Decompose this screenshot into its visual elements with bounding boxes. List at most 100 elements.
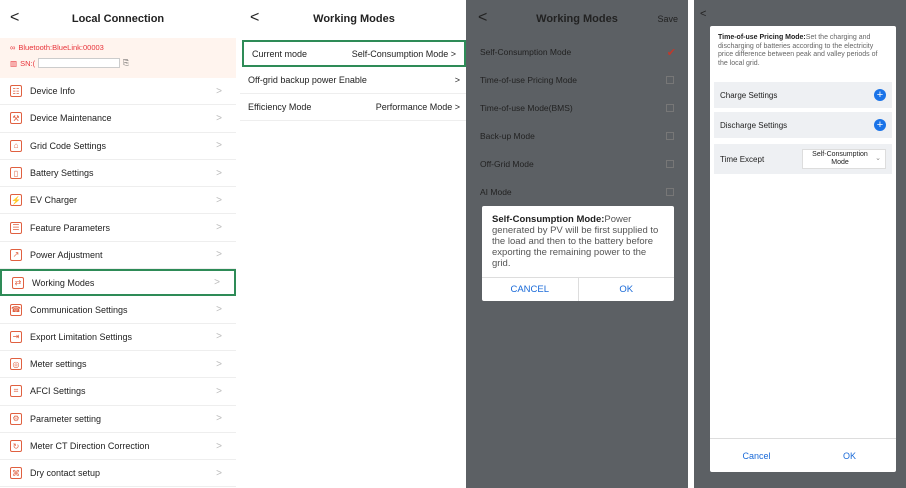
menu-icon: ⇥ xyxy=(10,330,22,343)
page-title: Working Modes xyxy=(313,13,395,25)
row-value: Performance Mode > xyxy=(375,102,460,112)
page-title: Local Connection xyxy=(71,13,165,25)
time-except-select[interactable]: Self-Consumption Mode ⌄ xyxy=(802,149,886,169)
discharge-settings-row[interactable]: Discharge Settings + xyxy=(714,112,892,138)
checkbox[interactable] xyxy=(666,104,674,112)
menu-label: Device Maintenance xyxy=(30,113,112,124)
menu-item-feature-parameters[interactable]: ☰ Feature Parameters > xyxy=(0,214,236,242)
mode-option[interactable]: Time-of-use Mode(BMS) xyxy=(466,94,688,122)
menu-item-dry-contact-setup[interactable]: ⌘ Dry contact setup > xyxy=(0,460,236,488)
checkbox[interactable] xyxy=(666,132,674,140)
menu-list: ☷ Device Info > ⚒ Device Maintenance > ⌂ Grid C… xyxy=(0,78,236,488)
chevron-right-icon: > xyxy=(216,249,222,261)
back-button[interactable]: < xyxy=(250,9,259,27)
time-of-use-sheet: Time-of-use Pricing Mode:Set the chargin… xyxy=(710,26,896,472)
back-button[interactable]: < xyxy=(478,9,487,27)
menu-item-device-info[interactable]: ☷ Device Info > xyxy=(0,78,236,106)
sn-field xyxy=(38,58,121,68)
chevron-right-icon: > xyxy=(216,112,222,124)
menu-item-meter-ct-direction-correction[interactable]: ↻ Meter CT Direction Correction > xyxy=(0,433,236,461)
sn-label: SN:( xyxy=(20,58,36,68)
menu-item-device-maintenance[interactable]: ⚒ Device Maintenance > xyxy=(0,105,236,133)
mode-option[interactable]: Time-of-use Pricing Mode xyxy=(466,66,688,94)
menu-label: Dry contact setup xyxy=(30,468,101,479)
link-icon: ∞ xyxy=(10,43,16,52)
time-of-use-screen: < Time-of-use Pricing Mode:Set the charg… xyxy=(694,0,906,488)
row-label: Efficiency Mode xyxy=(248,102,312,112)
chevron-right-icon: > xyxy=(216,385,222,397)
header: < Working Modes xyxy=(240,0,468,38)
chevron-right-icon: > xyxy=(216,467,222,479)
chevron-right-icon: > xyxy=(216,413,222,425)
checkbox[interactable] xyxy=(666,160,674,168)
menu-icon: ☷ xyxy=(10,85,22,98)
cancel-button[interactable]: CANCEL xyxy=(482,278,579,301)
back-button[interactable]: < xyxy=(700,8,706,20)
menu-label: Grid Code Settings xyxy=(30,140,107,151)
chevron-right-icon: > xyxy=(216,140,222,152)
menu-label: Feature Parameters xyxy=(30,222,111,233)
menu-item-export-limitation-settings[interactable]: ⇥ Export Limitation Settings > xyxy=(0,324,236,351)
checkmark-icon: ✔ xyxy=(666,46,676,59)
menu-item-meter-settings[interactable]: ◎ Meter settings > xyxy=(0,351,236,379)
chevron-down-icon: ⌄ xyxy=(875,155,881,162)
menu-label: Export Limitation Settings xyxy=(30,331,133,342)
mode-option[interactable]: Back-up Mode xyxy=(466,122,688,150)
sheet-title: Time-of-use Pricing Mode: xyxy=(718,34,806,41)
ok-button[interactable]: OK xyxy=(803,439,896,472)
chevron-right-icon: > xyxy=(216,304,222,316)
checkbox[interactable] xyxy=(666,188,674,196)
current-mode-row[interactable]: Current mode Self-Consumption Mode > xyxy=(242,40,466,67)
row-label: Current mode xyxy=(252,48,308,59)
menu-label: Power Adjustment xyxy=(30,249,103,260)
cancel-button[interactable]: Cancel xyxy=(710,439,803,472)
menu-label: Device Info xyxy=(30,86,76,97)
chevron-right-icon: > xyxy=(216,222,222,234)
menu-icon: ⚡ xyxy=(10,194,22,207)
menu-label: Meter CT Direction Correction xyxy=(30,441,150,451)
row-label: Off-grid backup power Enable xyxy=(248,75,367,85)
menu-icon: ↗ xyxy=(10,248,22,261)
bluetooth-label: Bluetooth:BlueLink:00003 xyxy=(18,43,104,52)
menu-item-ev-charger[interactable]: ⚡ EV Charger > xyxy=(0,187,236,215)
row-value: > xyxy=(454,75,460,85)
menu-icon: ⌗ xyxy=(10,385,22,398)
menu-icon: ⚒ xyxy=(10,112,22,125)
efficiency-mode-row[interactable]: Efficiency Mode Performance Mode > xyxy=(240,94,468,121)
mode-option[interactable]: AI Mode xyxy=(466,178,688,206)
charge-settings-row[interactable]: Charge Settings + xyxy=(714,82,892,108)
header: < Local Connection xyxy=(0,0,236,38)
chevron-right-icon: > xyxy=(216,85,222,97)
chevron-right-icon: > xyxy=(216,331,222,343)
menu-label: EV Charger xyxy=(30,195,78,206)
menu-icon: ⌘ xyxy=(10,467,22,480)
barcode-icon: ▥ xyxy=(10,58,18,68)
menu-item-parameter-setting[interactable]: ⚙ Parameter setting > xyxy=(0,406,236,433)
menu-icon: ↻ xyxy=(10,440,22,452)
ok-button[interactable]: OK xyxy=(579,278,675,301)
add-icon[interactable]: + xyxy=(874,89,886,101)
save-button[interactable]: Save xyxy=(657,14,678,24)
chevron-right-icon: > xyxy=(216,167,222,179)
menu-icon: ☎ xyxy=(10,303,22,316)
menu-item-power-adjustment[interactable]: ↗ Power Adjustment > xyxy=(0,242,236,270)
menu-icon: ◎ xyxy=(10,358,22,371)
add-icon[interactable]: + xyxy=(874,119,886,131)
menu-item-battery-settings[interactable]: ▯ Battery Settings > xyxy=(0,160,236,188)
back-button[interactable]: < xyxy=(10,9,19,27)
menu-icon: ⇄ xyxy=(12,276,24,289)
menu-item-working-modes[interactable]: ⇄ Working Modes > xyxy=(0,269,236,297)
checkbox[interactable] xyxy=(666,76,674,84)
menu-item-afci-settings[interactable]: ⌗ AFCI Settings > xyxy=(0,378,236,406)
menu-item-communication-settings[interactable]: ☎ Communication Settings > xyxy=(0,296,236,324)
mode-select-screen: < Working Modes Save Self-Consumption Mo… xyxy=(466,0,688,488)
local-connection-screen: < Local Connection ∞ Bluetooth:BlueLink:0… xyxy=(0,0,236,488)
menu-item-grid-code-settings[interactable]: ⌂ Grid Code Settings > xyxy=(0,133,236,160)
copy-icon[interactable]: ⎘ xyxy=(123,58,129,68)
menu-icon: ⚙ xyxy=(10,412,22,425)
mode-option[interactable]: Self-Consumption Mode ✔ xyxy=(466,38,688,66)
mode-option[interactable]: Off-Grid Mode xyxy=(466,150,688,178)
menu-icon: ⌂ xyxy=(10,139,22,152)
off-grid-backup-row[interactable]: Off-grid backup power Enable > xyxy=(240,67,468,94)
chevron-right-icon: > xyxy=(216,194,222,206)
